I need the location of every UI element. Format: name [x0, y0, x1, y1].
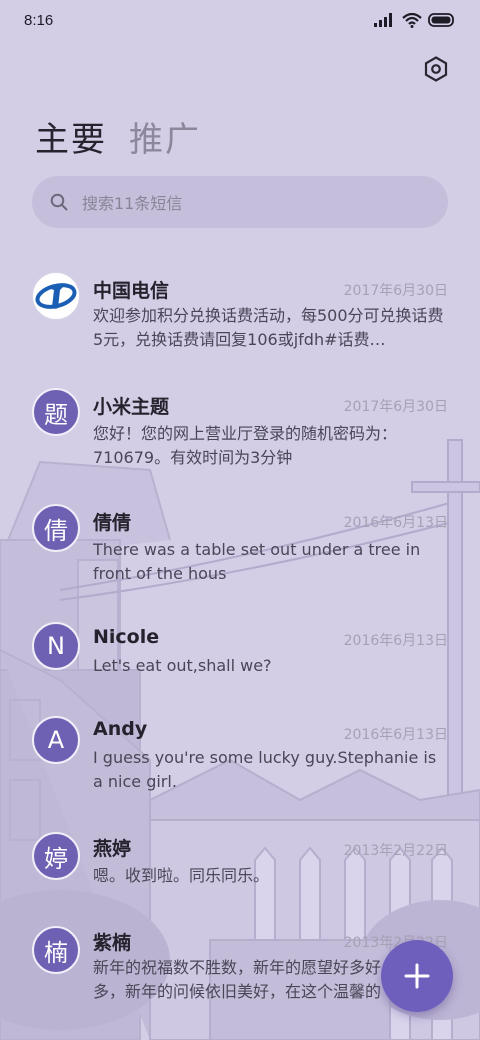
status-bar: 8:16	[0, 0, 480, 40]
tab-primary[interactable]: 主要	[35, 112, 107, 161]
tab-promotions[interactable]: 推广	[129, 112, 201, 161]
avatar: 婷	[32, 832, 80, 880]
conversation-item[interactable]: 题 小米主题 2017年6月30日 您好！您的网上营业厅登录的随机密码为：710…	[0, 380, 480, 480]
conversation-item[interactable]: 中国电信 2017年6月30日 欢迎参加积分兑换话费活动，每500分可兑换话费5…	[0, 262, 480, 362]
search-icon	[50, 193, 68, 211]
conversation-date: 2016年6月13日	[343, 515, 448, 531]
avatar: A	[32, 716, 80, 764]
conversation-date: 2013年2月22日	[343, 843, 448, 859]
conversation-preview: 新年的祝福数不胜数，新年的愿望好多好多，新年的问候依旧美好，在这个温馨的时刻	[93, 958, 382, 1001]
search-bar[interactable]: 搜索11条短信	[32, 176, 448, 228]
conversation-preview: There was a table set out under a tree i…	[93, 540, 421, 583]
conversation-preview: 嗯。收到啦。同乐同乐。	[93, 866, 270, 885]
new-message-button[interactable]	[381, 940, 453, 1012]
signal-icon	[374, 13, 392, 27]
conversation-date: 2016年6月13日	[343, 727, 448, 743]
settings-button[interactable]	[422, 55, 450, 83]
conversation-preview: Let's eat out,shall we?	[93, 656, 272, 675]
conversation-date: 2017年6月30日	[343, 399, 448, 415]
conversation-name: Nicole	[93, 626, 160, 648]
avatar: 楠	[32, 926, 80, 974]
conversation-name: 小米主题	[93, 396, 170, 418]
conversation-date: 2017年6月30日	[343, 283, 448, 299]
status-icons	[374, 12, 456, 28]
conversation-date: 2016年6月13日	[343, 633, 448, 649]
avatar	[32, 272, 80, 320]
conversation-preview: I guess you're some lucky guy.Stephanie …	[93, 748, 437, 791]
conversation-preview: 您好！您的网上营业厅登录的随机密码为：710679。有效时间为3分钟	[93, 424, 398, 467]
tab-bar: 主要 推广	[35, 112, 201, 161]
conversation-name: 中国电信	[93, 280, 170, 302]
conversation-name: 紫楠	[93, 932, 132, 954]
conversation-preview: 欢迎参加积分兑换话费活动，每500分可兑换话费5元，兑换话费请回复106或jfd…	[93, 306, 444, 349]
battery-icon	[428, 13, 454, 27]
plus-icon	[404, 963, 430, 989]
wifi-icon	[402, 12, 422, 28]
status-time: 8:16	[24, 11, 54, 29]
conversation-item[interactable]: A Andy 2016年6月13日 I guess you're some lu…	[0, 710, 480, 810]
avatar: N	[32, 622, 80, 670]
search-placeholder: 搜索11条短信	[82, 194, 183, 213]
conversation-item[interactable]: 婷 燕婷 2013年2月22日 嗯。收到啦。同乐同乐。	[0, 828, 480, 908]
settings-hexagon-icon	[424, 56, 448, 82]
china-telecom-logo-icon	[35, 283, 77, 309]
avatar: 倩	[32, 504, 80, 552]
conversation-name: Andy	[93, 718, 148, 740]
conversation-item[interactable]: 倩 倩倩 2016年6月13日 There was a table set ou…	[0, 498, 480, 598]
conversation-item[interactable]: N Nicole 2016年6月13日 Let's eat out,shall …	[0, 616, 480, 696]
avatar: 题	[32, 388, 80, 436]
conversation-name: 倩倩	[93, 512, 132, 534]
conversation-name: 燕婷	[93, 838, 132, 860]
